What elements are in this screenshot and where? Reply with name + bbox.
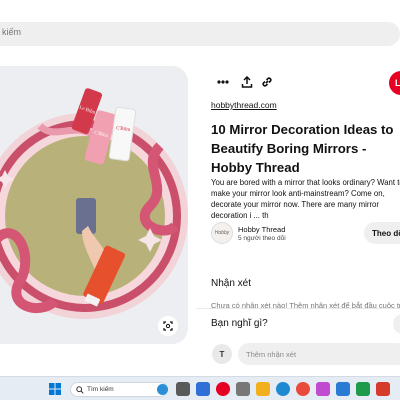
- taskbar-search[interactable]: Tìm kiếm: [70, 382, 168, 397]
- search-input-text: kiếm: [2, 27, 22, 37]
- pinterest-icon[interactable]: [216, 382, 230, 396]
- chat-icon[interactable]: [196, 382, 210, 396]
- taskbar: Tìm kiếm: [0, 376, 400, 400]
- source-link[interactable]: hobbythread.com: [211, 100, 277, 110]
- creator-name[interactable]: Hobby Thread: [238, 225, 285, 234]
- mirror-illustration: Le Bilm C'Bilm C'Bilm: [0, 66, 188, 344]
- pin-description: You are bored with a mirror that looks o…: [211, 178, 400, 220]
- follow-button[interactable]: Theo dõ: [364, 222, 400, 244]
- more-options-button[interactable]: [214, 73, 232, 91]
- link-action: [258, 74, 276, 90]
- edge-icon[interactable]: [276, 382, 290, 396]
- creator-avatar[interactable]: Hobby: [211, 222, 233, 244]
- creator-followers: 5 người theo dõi: [238, 235, 286, 242]
- pin-actions: [214, 74, 232, 90]
- ellipsis-icon: [217, 80, 229, 84]
- copy-link-button[interactable]: [258, 73, 276, 91]
- search-icon: [76, 386, 84, 394]
- pin-title: 10 Mirror Decoration Ideas to Beautify B…: [211, 122, 394, 175]
- app-icon[interactable]: [316, 382, 330, 396]
- link-icon: [262, 77, 272, 87]
- file-explorer-icon[interactable]: [256, 382, 270, 396]
- search-bar[interactable]: kiếm: [0, 22, 400, 46]
- chrome-icon[interactable]: [296, 382, 310, 396]
- excel-icon[interactable]: [356, 382, 370, 396]
- share-icon: [241, 76, 253, 88]
- lens-icon: [163, 321, 173, 331]
- visual-search-button[interactable]: [158, 316, 178, 336]
- share-action: [238, 74, 256, 90]
- bing-icon: [157, 384, 168, 395]
- settings-icon[interactable]: [236, 382, 250, 396]
- comments-heading[interactable]: Nhận xét: [211, 278, 251, 289]
- comment-prompt: Bạn nghĩ gì?: [211, 318, 268, 329]
- powerpoint-icon[interactable]: [376, 382, 390, 396]
- store-icon[interactable]: [336, 382, 350, 396]
- taskbar-search-text: Tìm kiếm: [87, 386, 114, 393]
- share-button[interactable]: [238, 73, 256, 91]
- comment-input[interactable]: [238, 343, 400, 365]
- windows-start-icon[interactable]: [48, 382, 62, 396]
- user-avatar[interactable]: T: [212, 344, 232, 364]
- task-view-icon[interactable]: [176, 382, 190, 396]
- pin-image[interactable]: Le Bilm C'Bilm C'Bilm: [0, 66, 188, 344]
